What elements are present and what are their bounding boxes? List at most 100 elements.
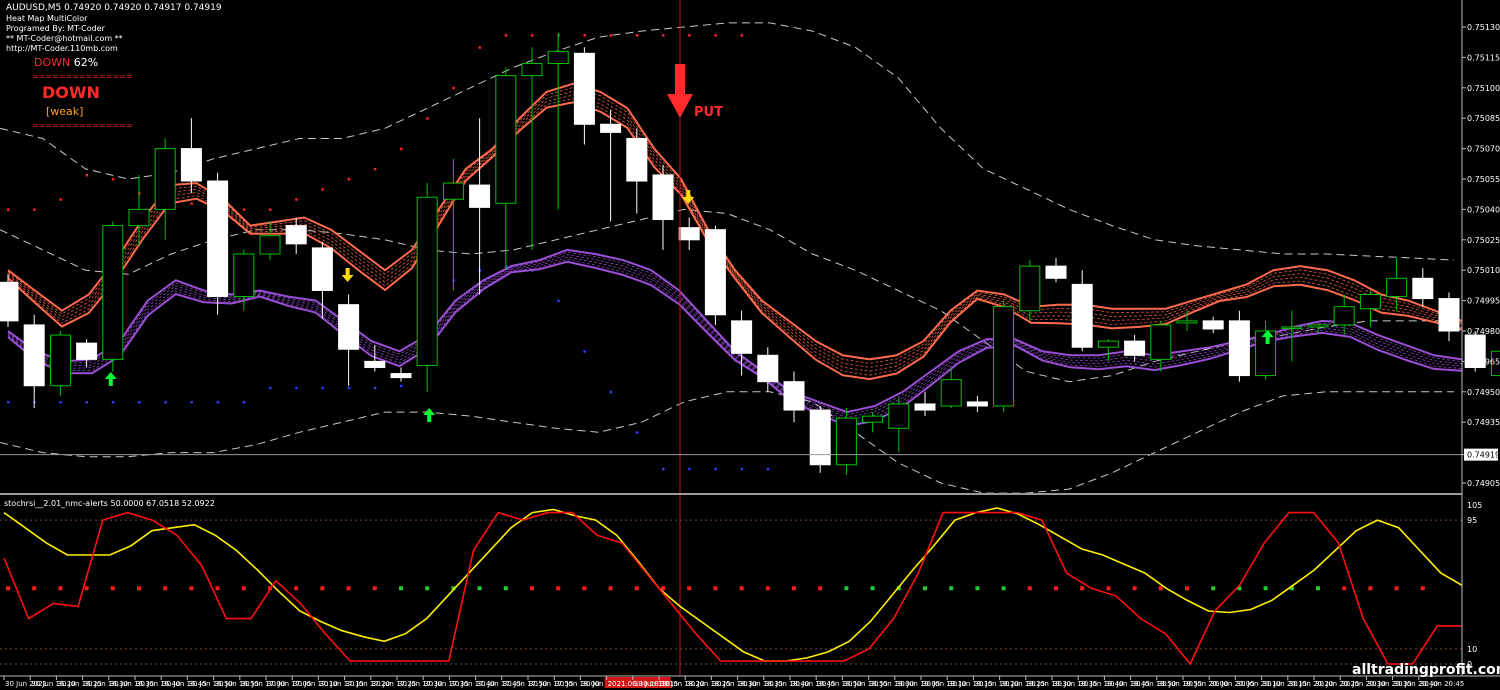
blue-dot [609,390,613,394]
stoch-mid-dot [713,586,718,591]
candle-body [285,225,307,245]
candle-body [626,137,648,182]
stoch-mid-dot [1132,586,1137,591]
stoch-mid-dot [975,586,980,591]
stoch-mid-dot [1263,586,1268,591]
price-tick-label: 0.74950 [1467,388,1500,397]
candle-body [180,148,202,182]
signal-direction-line: DOWN 62% [34,56,98,69]
price-tick-label: 0.74980 [1467,327,1500,336]
indicator-credit-2: Programed By: MT-Coder [6,24,105,33]
trading-chart-window: 0.75130 0.75115 0.75100 0.75085 0.75070 0.750… [0,0,1500,690]
stoch-mid-dot [949,586,954,591]
candle-body [233,253,255,298]
stoch-mid-dot [792,586,796,591]
red-dot [452,86,455,90]
blue-dot [714,467,717,471]
candle-body [259,235,281,255]
candle-body [1097,340,1119,348]
signal-direction-pct: 62% [73,56,99,69]
current-price-label: 0.74919 [1467,451,1500,460]
blue-dot [111,400,115,404]
red-dot [33,208,36,211]
candle-body [390,373,412,379]
price-tick-label: 0.75010 [1467,266,1500,275]
price-tick-label: 0.75085 [1467,114,1500,123]
candle-body [1228,320,1250,377]
red-dot [740,34,744,37]
red-dot [583,34,586,37]
chart-canvas[interactable]: 0.75130 0.75115 0.75100 0.75085 0.75070 0.750… [0,0,1500,690]
stoch-mid-dot [320,586,325,591]
candle-body [1359,294,1381,310]
stoch-mid-dot [215,586,220,591]
stoch-mid-dot [870,586,875,591]
stoch-mid-dot [346,586,351,591]
signal-big-label: DOWN [42,83,100,102]
candle-body [1307,324,1329,328]
candle-body [809,409,831,466]
blue-dot [766,467,770,471]
stoch-mid-dot [32,586,37,591]
stoch-mid-dot [399,586,403,591]
candle-body [862,415,884,423]
blue-dot [557,299,560,303]
red-dot [190,202,193,205]
blue-dot [295,386,298,390]
candle-body [731,320,753,354]
candle-body [76,342,98,360]
red-dot [373,167,377,171]
red-dot [662,34,665,37]
candle-body [1045,265,1067,279]
stoch-mid-dot [608,586,613,591]
stoch-mid-dot [137,586,141,591]
stoch-mid-dot [1027,586,1032,591]
candle-body [1202,320,1224,330]
candle-body [966,401,988,407]
price-tick-label: 0.74935 [1467,418,1500,427]
blue-dot [688,467,691,471]
price-tick-label: 0.74965 [1467,357,1500,366]
blue-dot [242,400,246,404]
blue-dot [7,400,10,404]
price-tick-label: 0.75055 [1467,175,1500,184]
red-dot [426,117,429,120]
symbol-header: AUDUSD,M5 0.74920 0.74920 0.74917 0.7491… [6,3,222,13]
candle-body [338,304,360,350]
red-dot [295,198,298,201]
price-tick-label: 0.75100 [1467,84,1500,93]
candle-body [102,225,124,360]
blue-dot [373,386,377,390]
candle-body [1386,277,1408,298]
candle-body [835,417,857,466]
blue-dot [164,400,167,404]
put-signal-label: PUT [694,105,723,120]
candle-body [757,354,779,383]
red-dot [7,208,10,211]
candle-body [1438,298,1460,332]
signal-direction-label: DOWN [34,56,71,69]
red-dot [609,34,613,37]
candle-body [311,247,333,291]
watermark: alltradingprofit.com [1352,662,1500,678]
stoch-mid-dot [556,586,561,591]
candle-body [914,403,936,411]
red-dot [504,34,508,37]
price-tick-label: 0.75040 [1467,205,1500,214]
candle-body [416,196,438,366]
candle-body [521,62,543,77]
red-dot [59,198,62,201]
stoch-mid-dot [1106,586,1111,591]
stoch-mid-dot [582,586,587,591]
candle-body [547,50,569,64]
candle-body [1071,283,1093,348]
stoch-mid-dot [1316,586,1320,591]
red-dot [635,34,639,37]
stoch-mid-dot [189,586,194,591]
blue-dot [583,350,586,353]
price-tick-label: 0.74905 [1467,479,1500,488]
stoch-mid-dot [818,586,823,591]
red-dot [111,178,115,181]
candle-body [652,174,674,221]
candle-body [1333,306,1355,326]
